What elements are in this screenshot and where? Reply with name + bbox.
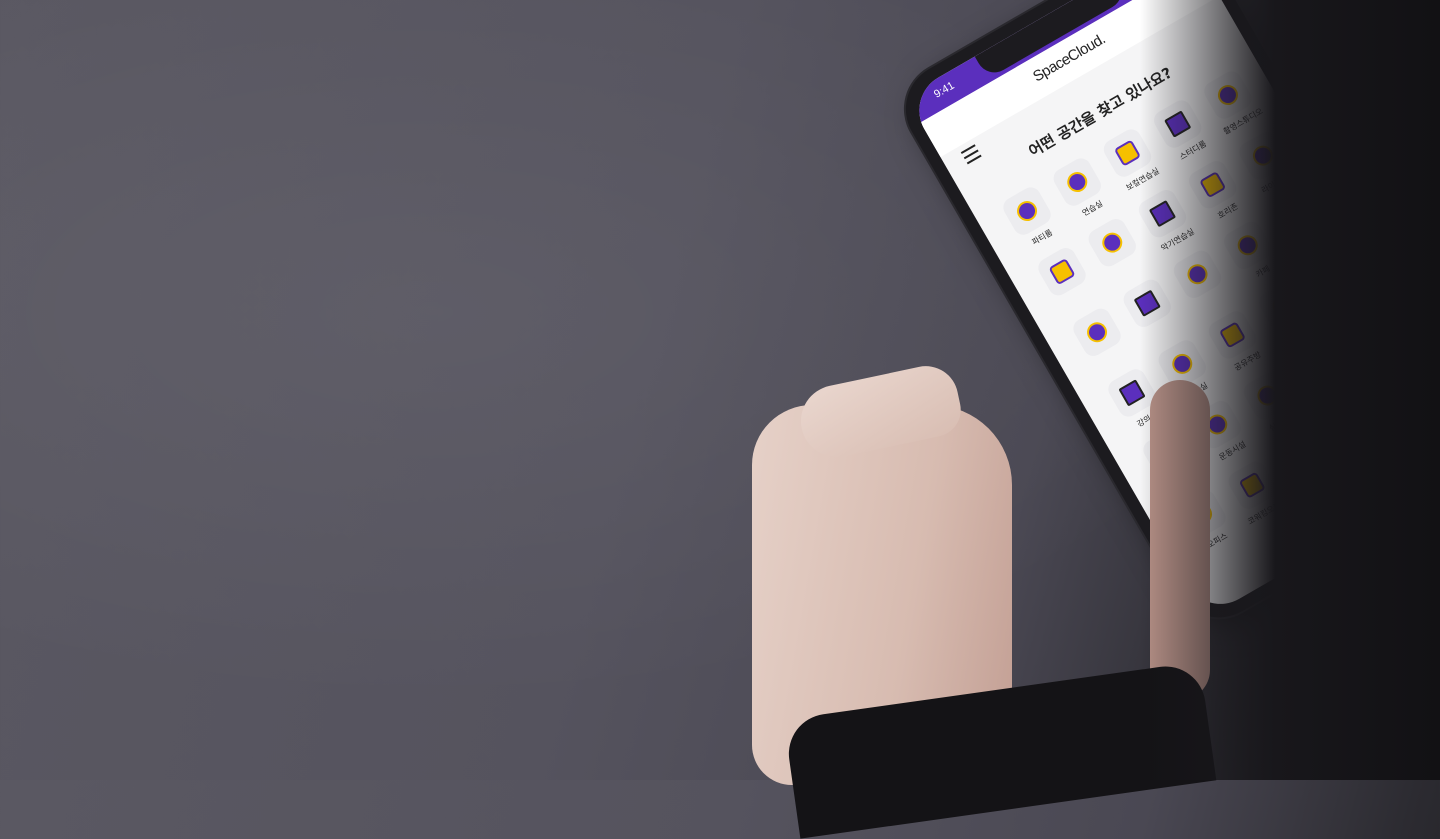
category-icon-box <box>1069 304 1125 360</box>
board-icon <box>1098 228 1126 257</box>
practice-icon <box>1063 168 1091 196</box>
menu-icon[interactable] <box>960 144 984 168</box>
icon <box>1048 257 1076 286</box>
status-time: 9:41 <box>931 79 957 101</box>
icon <box>1083 318 1111 346</box>
party-icon <box>1013 197 1041 225</box>
category-icon-box <box>1034 244 1090 299</box>
mic-icon <box>1113 139 1142 167</box>
category-icon-box <box>1084 215 1140 270</box>
dark-figure-shadow <box>1140 0 1440 780</box>
